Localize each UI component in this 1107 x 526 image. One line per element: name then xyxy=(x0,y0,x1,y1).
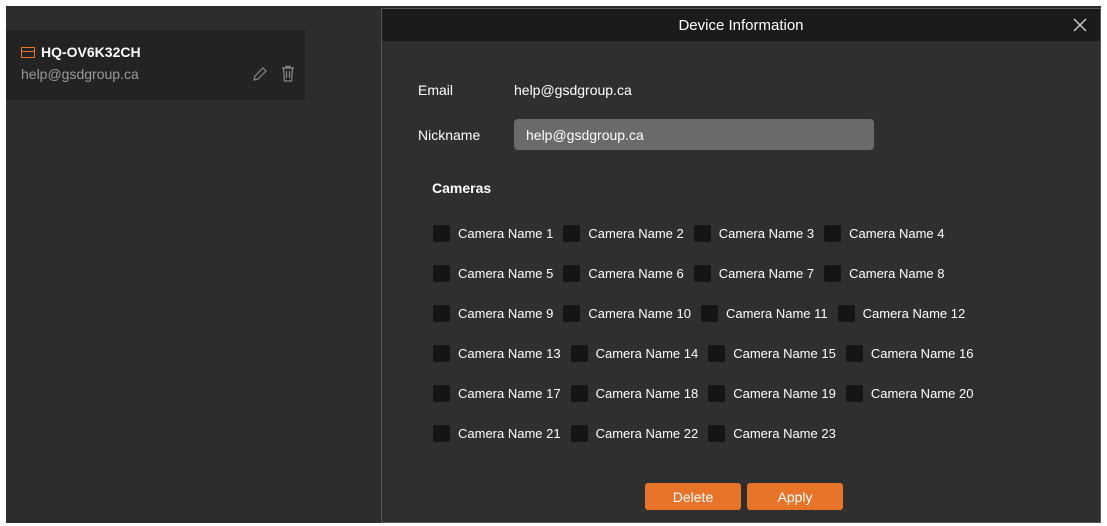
camera-label: Camera Name 21 xyxy=(458,425,561,441)
camera-checkbox-item[interactable]: Camera Name 22 xyxy=(570,424,699,442)
camera-label: Camera Name 22 xyxy=(595,425,699,441)
camera-checkbox-item[interactable]: Camera Name 8 xyxy=(824,264,945,282)
camera-row: Camera Name 17 Camera Name 18 Camera Nam… xyxy=(433,383,983,403)
camera-label: Camera Name 3 xyxy=(718,225,815,241)
checkbox[interactable] xyxy=(433,264,450,282)
camera-checkbox-item[interactable]: Camera Name 5 xyxy=(433,264,554,282)
checkbox[interactable] xyxy=(708,344,726,362)
checkbox[interactable] xyxy=(563,224,581,242)
device-card[interactable]: HQ-OV6K32CH help@gsdgroup.ca xyxy=(6,30,305,100)
checkbox[interactable] xyxy=(837,304,855,322)
camera-checkbox-item[interactable]: Camera Name 2 xyxy=(563,224,684,242)
camera-checkbox-item[interactable]: Camera Name 20 xyxy=(845,384,974,402)
close-icon[interactable] xyxy=(1072,17,1088,33)
camera-checkbox-item[interactable]: Camera Name 4 xyxy=(824,224,945,242)
checkbox[interactable] xyxy=(708,384,726,402)
camera-checkbox-item[interactable]: Camera Name 23 xyxy=(708,424,836,442)
checkbox[interactable] xyxy=(845,344,863,362)
camera-label: Camera Name 6 xyxy=(588,265,684,281)
trash-icon[interactable] xyxy=(280,65,296,82)
camera-checkbox-item[interactable]: Camera Name 1 xyxy=(433,224,554,242)
camera-label: Camera Name 2 xyxy=(588,225,684,241)
camera-row: Camera Name 9 Camera Name 10 Camera Name… xyxy=(433,303,983,323)
camera-checkbox-item[interactable]: Camera Name 11 xyxy=(700,304,828,322)
camera-checkbox-item[interactable]: Camera Name 17 xyxy=(433,384,561,402)
checkbox[interactable] xyxy=(708,424,726,442)
camera-label: Camera Name 1 xyxy=(458,225,554,241)
delete-button[interactable]: Delete xyxy=(645,483,741,510)
camera-checkbox-item[interactable]: Camera Name 3 xyxy=(693,224,815,242)
apply-button[interactable]: Apply xyxy=(747,483,843,510)
checkbox[interactable] xyxy=(433,304,450,322)
checkbox[interactable] xyxy=(700,304,718,322)
camera-checkbox-item[interactable]: Camera Name 12 xyxy=(837,304,966,322)
checkbox[interactable] xyxy=(693,264,711,282)
edit-icon[interactable] xyxy=(252,66,268,82)
dialog-header: Device Information xyxy=(382,9,1100,41)
checkbox[interactable] xyxy=(570,424,588,442)
checkbox[interactable] xyxy=(433,424,450,442)
camera-label: Camera Name 13 xyxy=(458,345,561,361)
camera-checkbox-item[interactable]: Camera Name 7 xyxy=(693,264,815,282)
device-icon xyxy=(21,46,35,58)
camera-label: Camera Name 12 xyxy=(862,305,966,321)
checkbox[interactable] xyxy=(563,304,581,322)
camera-checkbox-item[interactable]: Camera Name 14 xyxy=(570,344,699,362)
checkbox[interactable] xyxy=(563,264,581,282)
camera-checkbox-item[interactable]: Camera Name 9 xyxy=(433,304,554,322)
camera-row: Camera Name 21 Camera Name 22 Camera Nam… xyxy=(433,423,983,443)
camera-checkbox-item[interactable]: Camera Name 18 xyxy=(570,384,699,402)
checkbox[interactable] xyxy=(693,224,711,242)
camera-label: Camera Name 8 xyxy=(849,265,945,281)
checkbox[interactable] xyxy=(824,264,842,282)
device-email: help@gsdgroup.ca xyxy=(21,66,139,82)
camera-checkbox-item[interactable]: Camera Name 19 xyxy=(708,384,836,402)
device-name: HQ-OV6K32CH xyxy=(41,44,141,60)
camera-label: Camera Name 7 xyxy=(718,265,815,281)
camera-label: Camera Name 19 xyxy=(733,385,836,401)
camera-checkbox-item[interactable]: Camera Name 16 xyxy=(845,344,974,362)
nickname-label: Nickname xyxy=(418,127,481,143)
camera-label: Camera Name 9 xyxy=(458,305,554,321)
camera-label: Camera Name 14 xyxy=(595,345,699,361)
camera-label: Camera Name 5 xyxy=(458,265,554,281)
camera-checkbox-item[interactable]: Camera Name 13 xyxy=(433,344,561,362)
camera-label: Camera Name 10 xyxy=(588,305,691,321)
checkbox[interactable] xyxy=(845,384,863,402)
camera-checkbox-item[interactable]: Camera Name 10 xyxy=(563,304,691,322)
device-information-dialog: Device Information Email help@gsdgroup.c… xyxy=(381,8,1101,523)
camera-label: Camera Name 23 xyxy=(733,425,836,441)
checkbox[interactable] xyxy=(570,384,588,402)
checkbox[interactable] xyxy=(824,224,842,242)
camera-row: Camera Name 13 Camera Name 14 Camera Nam… xyxy=(433,343,983,363)
dialog-title: Device Information xyxy=(678,17,804,34)
camera-label: Camera Name 16 xyxy=(870,345,974,361)
camera-checkbox-item[interactable]: Camera Name 6 xyxy=(563,264,684,282)
camera-checkbox-grid: Camera Name 1 Camera Name 2 Camera Name … xyxy=(433,223,983,463)
camera-row: Camera Name 1 Camera Name 2 Camera Name … xyxy=(433,223,983,243)
email-label: Email xyxy=(418,82,454,98)
nickname-input[interactable] xyxy=(514,119,874,150)
checkbox[interactable] xyxy=(433,224,450,242)
checkbox[interactable] xyxy=(433,384,450,402)
email-value: help@gsdgroup.ca xyxy=(514,82,632,98)
camera-label: Camera Name 20 xyxy=(870,385,974,401)
camera-label: Camera Name 17 xyxy=(458,385,561,401)
camera-label: Camera Name 18 xyxy=(595,385,699,401)
camera-row: Camera Name 5 Camera Name 6 Camera Name … xyxy=(433,263,983,283)
checkbox[interactable] xyxy=(570,344,588,362)
camera-label: Camera Name 11 xyxy=(725,305,828,321)
checkbox[interactable] xyxy=(433,344,450,362)
camera-checkbox-item[interactable]: Camera Name 21 xyxy=(433,424,561,442)
device-name-row: HQ-OV6K32CH xyxy=(21,44,141,60)
camera-label: Camera Name 15 xyxy=(733,345,836,361)
cameras-heading: Cameras xyxy=(432,180,492,196)
camera-checkbox-item[interactable]: Camera Name 15 xyxy=(708,344,836,362)
camera-label: Camera Name 4 xyxy=(849,225,945,241)
